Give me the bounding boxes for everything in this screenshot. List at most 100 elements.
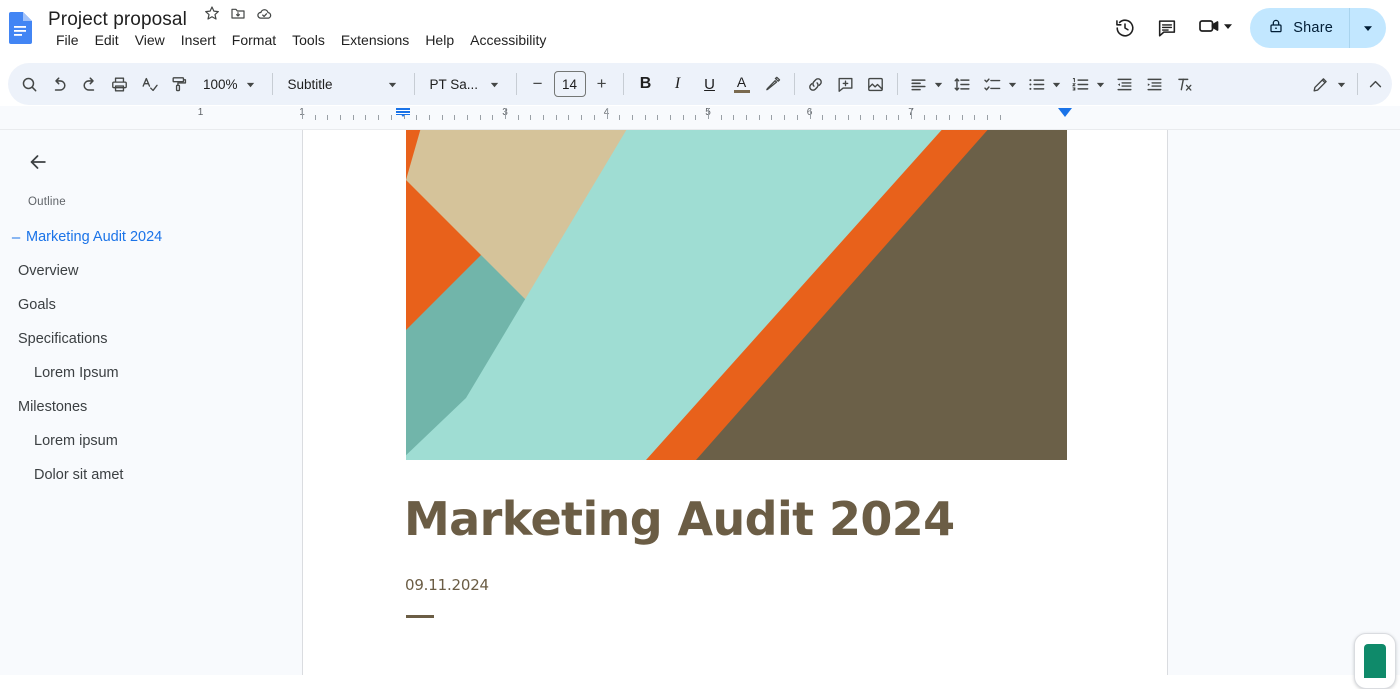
ruler-tick — [924, 115, 925, 120]
line-spacing-icon[interactable] — [948, 69, 978, 99]
spellcheck-icon[interactable] — [134, 69, 164, 99]
abstract-geometric-cover-image[interactable] — [406, 130, 1067, 460]
menu-format[interactable]: Format — [224, 28, 284, 52]
increase-indent-icon[interactable] — [1140, 69, 1170, 99]
ruler-tick — [746, 115, 747, 120]
ruler-tick — [759, 115, 760, 120]
toolbar-divider — [794, 73, 795, 95]
menu-insert[interactable]: Insert — [173, 28, 224, 52]
font-size-input[interactable] — [554, 71, 586, 97]
share-button[interactable]: Share — [1250, 8, 1386, 48]
bold-button[interactable]: B — [630, 69, 662, 99]
numbered-list-dropdown-caret[interactable] — [1093, 69, 1109, 99]
checklist-icon[interactable] — [978, 69, 1008, 99]
bulleted-list-dropdown-caret[interactable] — [1049, 69, 1065, 99]
explore-button[interactable] — [1354, 633, 1396, 689]
outline-item-milestones[interactable]: Milestones — [0, 390, 302, 424]
outline-item-dolor-sit-amet[interactable]: Dolor sit amet — [0, 458, 302, 492]
ruler-tick — [860, 115, 861, 120]
outline-item-lorem-ipsum-2[interactable]: Lorem ipsum — [0, 424, 302, 458]
menu-tools[interactable]: Tools — [284, 28, 333, 52]
ruler-tick — [670, 115, 671, 120]
title-action-icons — [201, 2, 275, 24]
ruler-tick — [645, 115, 646, 120]
chevron-up-icon[interactable] — [1364, 69, 1386, 99]
move-to-folder-icon[interactable] — [227, 2, 249, 24]
insert-link-icon[interactable] — [801, 69, 831, 99]
text-color-swatch — [734, 90, 750, 93]
insert-image-icon[interactable] — [861, 69, 891, 99]
search-icon[interactable] — [14, 69, 44, 99]
bulleted-list-icon[interactable] — [1022, 69, 1052, 99]
numbered-list-icon[interactable] — [1066, 69, 1096, 99]
zoom-level-dropdown[interactable]: 100% — [194, 69, 266, 99]
print-icon[interactable] — [104, 69, 134, 99]
highlight-pen-icon[interactable] — [758, 69, 788, 99]
ruler-tick — [581, 115, 582, 120]
decrease-font-size-button[interactable]: − — [523, 69, 553, 99]
ruler-tick — [391, 115, 392, 120]
paragraph-style-dropdown[interactable]: Subtitle — [279, 69, 408, 99]
increase-font-size-button[interactable]: + — [587, 69, 617, 99]
ruler-tick — [898, 115, 899, 120]
ruler-tick — [530, 115, 531, 120]
editing-mode-dropdown-caret[interactable] — [1332, 69, 1350, 99]
first-line-indent-marker[interactable] — [396, 108, 410, 115]
cloud-saved-icon[interactable] — [253, 2, 275, 24]
document-page[interactable]: Marketing Audit 2024 09.11.2024 — [302, 130, 1168, 675]
ruler-tick — [810, 108, 811, 119]
ruler-tick — [848, 115, 849, 120]
ruler-tick — [492, 115, 493, 120]
ruler-tick — [936, 115, 937, 120]
underline-button[interactable]: U — [694, 69, 726, 99]
share-dropdown-caret[interactable] — [1350, 8, 1386, 48]
outline-item-label: Dolor sit amet — [34, 467, 123, 483]
decrease-indent-icon[interactable] — [1110, 69, 1140, 99]
outline-item-label: Goals — [18, 297, 56, 313]
collapse-toggle-icon[interactable]: – — [8, 230, 24, 245]
meet-button[interactable] — [1189, 8, 1238, 48]
text-color-button[interactable]: A — [726, 69, 758, 99]
font-family-dropdown[interactable]: PT Sa... — [421, 69, 510, 99]
redo-icon[interactable] — [74, 69, 104, 99]
add-comment-icon[interactable] — [831, 69, 861, 99]
menu-help[interactable]: Help — [417, 28, 462, 52]
outline-heading: Outline — [28, 196, 302, 208]
align-dropdown-caret[interactable] — [931, 69, 947, 99]
pencil-edit-icon[interactable] — [1305, 69, 1335, 99]
ruler-tick — [886, 115, 887, 120]
align-left-icon[interactable] — [904, 69, 934, 99]
horizontal-ruler[interactable]: 11234567 — [0, 106, 1400, 130]
ruler-tick — [695, 115, 696, 120]
toolbar-divider — [516, 73, 517, 95]
ruler-tick — [480, 115, 481, 120]
right-indent-marker[interactable] — [1058, 108, 1072, 117]
menu-edit[interactable]: Edit — [87, 28, 127, 52]
ruler-tick — [974, 115, 975, 120]
google-docs-icon[interactable] — [8, 12, 32, 44]
outline-item-marketing-audit-2024[interactable]: – Marketing Audit 2024 — [0, 220, 302, 254]
outline-item-lorem-ipsum-1[interactable]: Lorem Ipsum — [0, 356, 302, 390]
clear-formatting-icon[interactable] — [1170, 69, 1200, 99]
italic-button[interactable]: I — [662, 69, 694, 99]
undo-icon[interactable] — [44, 69, 74, 99]
menu-accessibility[interactable]: Accessibility — [462, 28, 554, 52]
checklist-dropdown-caret[interactable] — [1005, 69, 1021, 99]
outline-item-goals[interactable]: Goals — [0, 288, 302, 322]
outline-item-specifications[interactable]: Specifications — [0, 322, 302, 356]
star-icon[interactable] — [201, 2, 223, 24]
ruler-tick — [315, 115, 316, 120]
share-main[interactable]: Share — [1250, 8, 1349, 48]
outline-list: – Marketing Audit 2024 Overview Goals Sp… — [0, 220, 302, 492]
menu-view[interactable]: View — [127, 28, 173, 52]
menu-file[interactable]: File — [48, 28, 87, 52]
arrow-left-icon[interactable] — [20, 144, 56, 180]
comment-icon[interactable] — [1147, 8, 1187, 48]
menu-extensions[interactable]: Extensions — [333, 28, 417, 52]
ruler-tick — [733, 115, 734, 120]
paint-format-icon[interactable] — [164, 69, 194, 99]
ruler-tick — [962, 115, 963, 120]
toolbar-divider — [897, 73, 898, 95]
version-history-icon[interactable] — [1105, 8, 1145, 48]
outline-item-overview[interactable]: Overview — [0, 254, 302, 288]
